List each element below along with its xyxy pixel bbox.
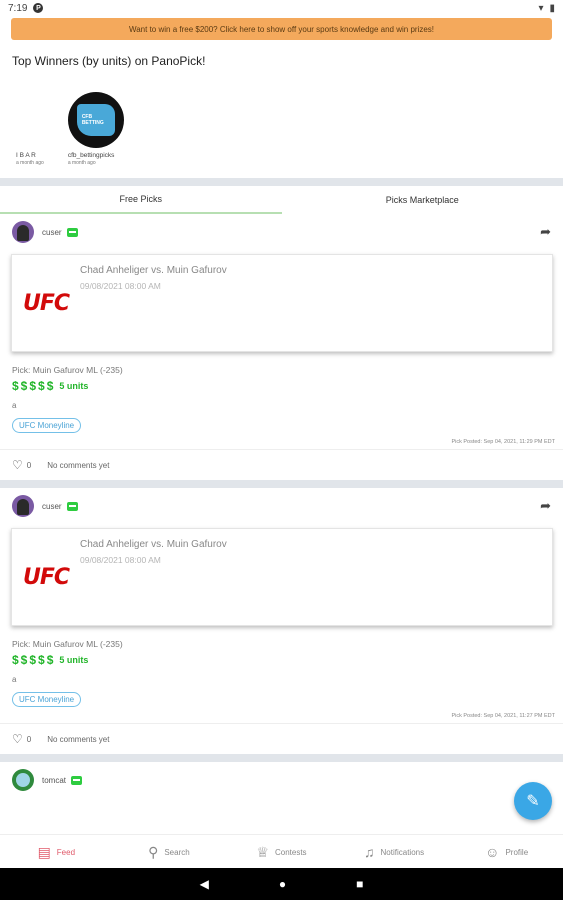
search-icon: ⚲ (148, 843, 159, 860)
home-icon[interactable]: ● (279, 877, 286, 891)
pick-tag[interactable]: UFC Moneyline (12, 418, 82, 433)
pick-post: tomcat (0, 762, 563, 798)
event-title: Chad Anheliger vs. Muin Gafurov (80, 265, 227, 276)
nav-label: Notifications (380, 847, 425, 857)
tab-free-picks[interactable]: Free Picks (0, 186, 282, 214)
event-card[interactable]: UFC Chad Anheliger vs. Muin Gafurov 09/0… (11, 528, 553, 626)
ufc-logo: UFC (22, 290, 70, 316)
winner-avatar: CFB BETTING (67, 92, 124, 148)
units-dollars: $$$$$ (12, 653, 56, 667)
post-username[interactable]: cuser (42, 502, 62, 511)
pick-note: a (12, 675, 17, 684)
share-icon[interactable]: ➦ (540, 498, 551, 514)
nav-profile[interactable]: ☺ Profile (450, 835, 563, 869)
pencil-icon: ✎ (526, 793, 540, 810)
post-header: cuser ➦ (0, 214, 563, 250)
heart-icon[interactable]: ♡ (12, 732, 23, 746)
feed-icon: ▤ (37, 843, 51, 860)
avatar[interactable] (12, 769, 34, 791)
posted-time: Pick Posted: Sep 04, 2021, 11:27 PM EDT (451, 713, 555, 719)
nav-search[interactable]: ⚲ Search (113, 835, 226, 869)
section-divider (0, 480, 563, 488)
posted-time: Pick Posted: Sep 04, 2021, 11:29 PM EDT (451, 439, 555, 445)
event-title: Chad Anheliger vs. Muin Gafurov (80, 539, 227, 550)
nav-label: Feed (56, 847, 76, 857)
event-card[interactable]: UFC Chad Anheliger vs. Muin Gafurov 09/0… (11, 254, 553, 352)
wifi-icon: ▾ (538, 2, 544, 14)
money-badge-icon (66, 501, 78, 511)
winner-item[interactable]: CFB BETTING cfb_bettingpicks a month ago (67, 92, 124, 166)
top-winners-list: I B A R a month ago CFB BETTING cfb_bett… (16, 86, 563, 166)
app-notification-icon: P (33, 3, 44, 13)
winner-ago: a month ago (67, 160, 96, 166)
winner-ago: a month ago (16, 160, 44, 166)
winner-name: I B A R (16, 152, 36, 159)
units-row: $$$$$ 5 units (12, 379, 563, 393)
cfb-logo-text: CFB BETTING (81, 114, 104, 126)
bottom-navigation: ▤ Feed ⚲ Search ♕ Contests ♫ Notificatio… (0, 834, 563, 869)
pick-tag[interactable]: UFC Moneyline (12, 692, 82, 707)
winner-item[interactable]: I B A R a month ago (16, 152, 44, 166)
post-username[interactable]: tomcat (42, 776, 66, 785)
post-username[interactable]: cuser (42, 228, 62, 237)
pick-text: Pick: Muin Gafurov ML (-235) (12, 639, 123, 649)
pick-post: cuser ➦ UFC Chad Anheliger vs. Muin Gafu… (0, 214, 563, 480)
nav-label: Profile (505, 847, 529, 857)
trophy-icon: ♕ (256, 843, 269, 860)
create-post-button[interactable]: ✎ (514, 782, 552, 820)
post-footer: ♡ 0 No comments yet (0, 449, 563, 480)
comments-link[interactable]: No comments yet (47, 735, 109, 744)
feed-tabs: Free Picks Picks Marketplace (0, 186, 563, 214)
units-row: $$$$$ 5 units (12, 653, 563, 667)
nav-contests[interactable]: ♕ Contests (225, 835, 338, 869)
bell-icon: ♫ (364, 844, 375, 860)
avatar[interactable] (12, 495, 34, 517)
money-badge-icon (66, 227, 78, 237)
event-date: 09/08/2021 08:00 AM (80, 281, 161, 291)
comments-link[interactable]: No comments yet (47, 461, 109, 470)
post-header: cuser ➦ (0, 488, 563, 524)
nav-label: Contests (274, 847, 307, 857)
back-icon[interactable]: ◀ (200, 877, 209, 891)
recents-icon[interactable]: ■ (356, 877, 363, 891)
pick-post: cuser ➦ UFC Chad Anheliger vs. Muin Gafu… (0, 488, 563, 754)
like-count: 0 (26, 734, 32, 744)
tab-picks-marketplace[interactable]: Picks Marketplace (282, 186, 563, 214)
cfb-logo-icon: CFB BETTING (76, 104, 115, 136)
section-divider (0, 754, 563, 762)
pick-text: Pick: Muin Gafurov ML (-235) (12, 365, 123, 375)
money-badge-icon (71, 775, 83, 785)
top-winners-title: Top Winners (by units) on PanoPick! (12, 54, 206, 68)
profile-icon: ☺ (485, 844, 500, 860)
units-count: 5 units (59, 655, 89, 665)
units-count: 5 units (59, 381, 89, 391)
avatar[interactable] (12, 221, 34, 243)
nav-notifications[interactable]: ♫ Notifications (338, 835, 451, 869)
share-icon[interactable]: ➦ (540, 224, 551, 240)
post-footer: ♡ 0 No comments yet (0, 723, 563, 754)
heart-icon[interactable]: ♡ (12, 458, 23, 472)
pick-note: a (12, 401, 17, 410)
status-bar: 7:19 P ▾ ▮ (0, 0, 563, 16)
promo-banner[interactable]: Want to win a free $200? Click here to s… (11, 18, 552, 40)
post-header: tomcat (0, 762, 563, 798)
nav-feed[interactable]: ▤ Feed (0, 835, 113, 869)
battery-icon: ▮ (549, 2, 555, 14)
status-time: 7:19 (8, 2, 28, 14)
like-count: 0 (26, 460, 32, 470)
section-divider (0, 178, 563, 186)
nav-label: Search (164, 847, 190, 857)
event-date: 09/08/2021 08:00 AM (80, 555, 161, 565)
units-dollars: $$$$$ (12, 379, 56, 393)
winner-name: cfb_bettingpicks (67, 152, 115, 159)
ufc-logo: UFC (22, 564, 70, 590)
system-navigation-bar: ◀ ● ■ (0, 868, 563, 900)
